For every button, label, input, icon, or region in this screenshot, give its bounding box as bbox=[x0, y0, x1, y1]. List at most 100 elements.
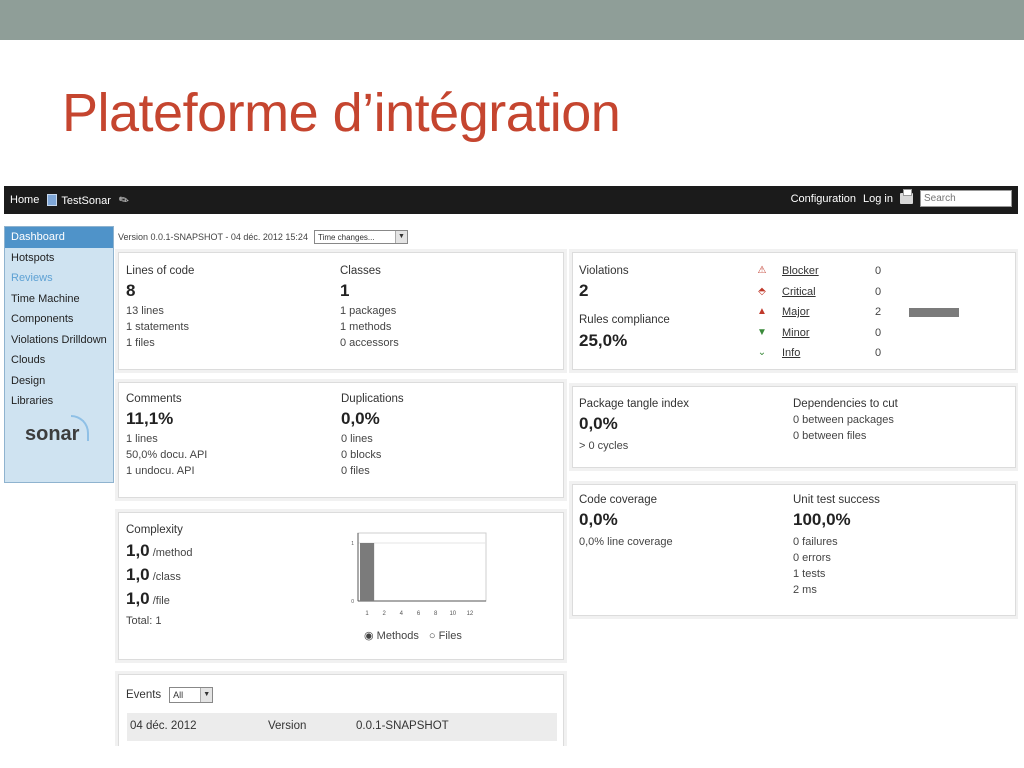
chevron-down-icon: ▼ bbox=[200, 688, 213, 702]
login-link[interactable]: Log in bbox=[863, 193, 893, 205]
severity-critical-count: 0 bbox=[875, 285, 882, 298]
severity-minor-link[interactable]: Minor bbox=[782, 325, 810, 341]
version-text: Version 0.0.1-SNAPSHOT - 04 déc. 2012 15… bbox=[118, 232, 308, 242]
radio-selected-icon: ◉ bbox=[364, 630, 374, 642]
complexity-per-file: 1,0 /file bbox=[126, 589, 170, 609]
severity-major-link[interactable]: Major bbox=[782, 304, 810, 320]
severity-info-link[interactable]: Info bbox=[782, 345, 800, 361]
time-changes-select[interactable]: Time changes... ▼ bbox=[313, 230, 408, 244]
complexity-per-method-value[interactable]: 1,0 bbox=[126, 541, 150, 560]
chart-x-tick-8: 8 bbox=[434, 611, 438, 617]
event-date: 04 déc. 2012 bbox=[130, 720, 197, 732]
duplications-details: 0 lines 0 blocks 0 files bbox=[341, 431, 381, 479]
severity-critical-link[interactable]: Critical bbox=[782, 284, 816, 300]
home-link[interactable]: Home bbox=[10, 194, 39, 206]
violations-value[interactable]: 2 bbox=[579, 281, 588, 301]
duplications-files[interactable]: 0 files bbox=[341, 463, 381, 479]
nav-right: Configuration Log in bbox=[791, 189, 1012, 207]
classes-methods[interactable]: 1 methods bbox=[340, 319, 399, 335]
radio-empty-icon: ○ bbox=[428, 630, 436, 642]
classes-label: Classes bbox=[340, 265, 381, 277]
sidebar-item-components[interactable]: Components bbox=[5, 309, 113, 330]
rules-compliance-value[interactable]: 25,0% bbox=[579, 331, 627, 351]
sidebar-item-violations-drilldown[interactable]: Violations Drilldown bbox=[5, 330, 113, 351]
configuration-link[interactable]: Configuration bbox=[791, 193, 856, 205]
dependencies-label: Dependencies to cut bbox=[793, 398, 898, 410]
test-failures[interactable]: 0 failures bbox=[793, 534, 838, 550]
rules-compliance-label: Rules compliance bbox=[579, 314, 670, 326]
duplications-blocks[interactable]: 0 blocks bbox=[341, 447, 381, 463]
duplications-lines[interactable]: 0 lines bbox=[341, 431, 381, 447]
comments-details: 1 lines 50,0% docu. API 1 undocu. API bbox=[126, 431, 207, 479]
project-link[interactable]: TestSonar bbox=[47, 193, 111, 207]
loc-label: Lines of code bbox=[126, 265, 195, 277]
event-name: 0.0.1-SNAPSHOT bbox=[356, 720, 449, 732]
wrench-icon[interactable]: ✎ bbox=[116, 191, 132, 208]
project-icon bbox=[47, 193, 58, 206]
event-category: Version bbox=[268, 720, 307, 732]
classes-packages[interactable]: 1 packages bbox=[340, 303, 399, 319]
loc-lines[interactable]: 13 lines bbox=[126, 303, 189, 319]
complexity-label: Complexity bbox=[126, 524, 183, 536]
comments-duplications-widget: Comments 11,1% 1 lines 50,0% docu. API 1… bbox=[118, 382, 564, 498]
coverage-label: Code coverage bbox=[579, 494, 657, 506]
chart-mode-radios: ◉ Methods ○ Files bbox=[364, 628, 462, 644]
radio-methods-label: Methods bbox=[376, 630, 419, 642]
radio-methods[interactable]: ◉ Methods bbox=[364, 628, 419, 644]
radio-files-label: Files bbox=[438, 630, 462, 642]
classes-accessors[interactable]: 0 accessors bbox=[340, 335, 399, 351]
test-errors[interactable]: 0 errors bbox=[793, 550, 838, 566]
chart-bars bbox=[360, 543, 375, 601]
critical-icon: ⬘ bbox=[758, 285, 766, 297]
radio-files[interactable]: ○ Files bbox=[429, 628, 462, 644]
comments-docu[interactable]: 50,0% docu. API bbox=[126, 447, 207, 463]
loc-files[interactable]: 1 files bbox=[126, 335, 189, 351]
severity-major-bar bbox=[909, 308, 959, 317]
complexity-per-method-unit: /method bbox=[152, 547, 193, 559]
print-icon[interactable] bbox=[900, 189, 913, 204]
classes-value[interactable]: 1 bbox=[340, 281, 349, 301]
complexity-per-file-value[interactable]: 1,0 bbox=[126, 589, 150, 608]
chart-y-tick-0: 0 bbox=[351, 599, 354, 605]
between-files[interactable]: 0 between files bbox=[793, 428, 894, 444]
chart-x-tick-2: 2 bbox=[383, 611, 387, 617]
comments-value[interactable]: 11,1% bbox=[126, 409, 173, 429]
sidebar-item-clouds[interactable]: Clouds bbox=[5, 350, 113, 371]
dependencies-details: 0 between packages 0 between files bbox=[793, 412, 894, 444]
sidebar-item-libraries[interactable]: Libraries bbox=[5, 391, 113, 412]
loc-value[interactable]: 8 bbox=[126, 281, 135, 301]
complexity-per-class-value[interactable]: 1,0 bbox=[126, 565, 150, 584]
test-duration: 2 ms bbox=[793, 584, 817, 596]
events-header: Events All ▼ bbox=[126, 687, 214, 703]
severity-blocker-link[interactable]: Blocker bbox=[782, 263, 819, 279]
slide-title: Plateforme d’intégration bbox=[62, 83, 621, 143]
coverage-value[interactable]: 0,0% bbox=[579, 510, 618, 530]
sidebar-item-time-machine[interactable]: Time Machine bbox=[5, 289, 113, 310]
loc-statements[interactable]: 1 statements bbox=[126, 319, 189, 335]
sidebar-item-hotspots[interactable]: Hotspots bbox=[5, 248, 113, 269]
time-changes-value: Time changes... bbox=[317, 232, 375, 242]
sidebar-item-design[interactable]: Design bbox=[5, 371, 113, 392]
search-input[interactable] bbox=[920, 190, 1012, 207]
top-navigation-bar: Home TestSonar ✎ Configuration Log in bbox=[4, 186, 1018, 214]
duplications-value[interactable]: 0,0% bbox=[341, 409, 380, 429]
comments-lines[interactable]: 1 lines bbox=[126, 431, 207, 447]
sidebar-item-dashboard[interactable]: Dashboard bbox=[5, 227, 113, 248]
events-filter-select[interactable]: All ▼ bbox=[169, 687, 214, 703]
unit-test-details: 0 failures 0 errors 1 tests 2 ms bbox=[793, 534, 838, 598]
nav-left: Home TestSonar ✎ bbox=[10, 191, 132, 208]
info-icon: ⌄ bbox=[757, 347, 767, 358]
tangle-value[interactable]: 0,0% bbox=[579, 414, 618, 434]
tangle-cycles[interactable]: > 0 cycles bbox=[579, 438, 628, 454]
chart-bar-1 bbox=[360, 543, 375, 601]
major-icon: ▲ bbox=[757, 306, 767, 317]
comments-undocu[interactable]: 1 undocu. API bbox=[126, 463, 207, 479]
line-coverage[interactable]: 0,0% line coverage bbox=[579, 534, 673, 550]
unit-test-value[interactable]: 100,0% bbox=[793, 510, 851, 530]
severity-minor-count: 0 bbox=[875, 326, 882, 339]
sidebar-menu: Dashboard Hotspots Reviews Time Machine Comp… bbox=[5, 227, 113, 412]
test-count[interactable]: 1 tests bbox=[793, 566, 838, 582]
between-packages[interactable]: 0 between packages bbox=[793, 412, 894, 428]
events-filter-value: All bbox=[173, 690, 184, 700]
sidebar-item-reviews[interactable]: Reviews bbox=[5, 268, 113, 289]
